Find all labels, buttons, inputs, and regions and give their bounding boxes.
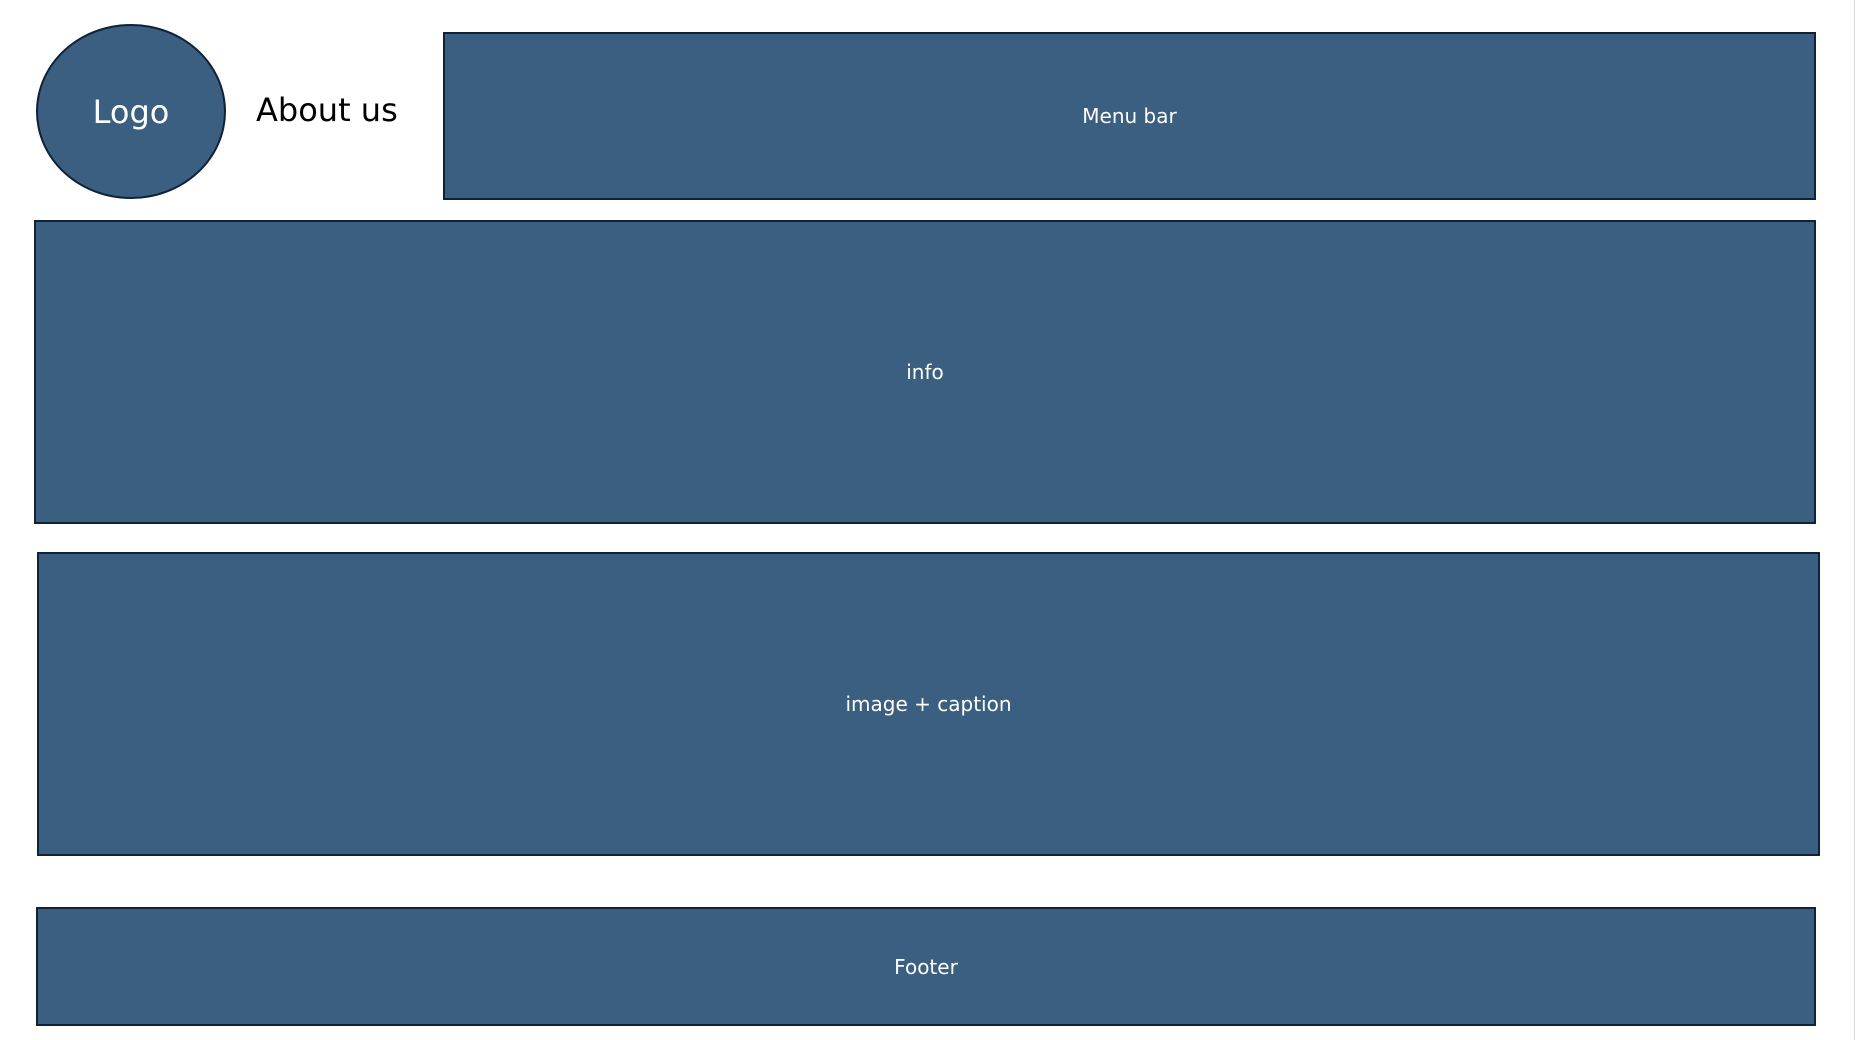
footer-label: Footer xyxy=(894,954,958,979)
window-edge xyxy=(1854,0,1855,1040)
footer-placeholder: Footer xyxy=(36,907,1816,1026)
image-caption-placeholder: image + caption xyxy=(37,552,1820,856)
image-caption-label: image + caption xyxy=(845,692,1012,716)
info-section-placeholder: info xyxy=(34,220,1816,524)
logo-label: Logo xyxy=(92,92,170,131)
menu-bar-label: Menu bar xyxy=(1082,104,1177,128)
logo-placeholder: Logo xyxy=(36,24,226,199)
info-label: info xyxy=(906,360,944,384)
page-title: About us xyxy=(256,91,398,129)
menu-bar-placeholder: Menu bar xyxy=(443,32,1816,200)
